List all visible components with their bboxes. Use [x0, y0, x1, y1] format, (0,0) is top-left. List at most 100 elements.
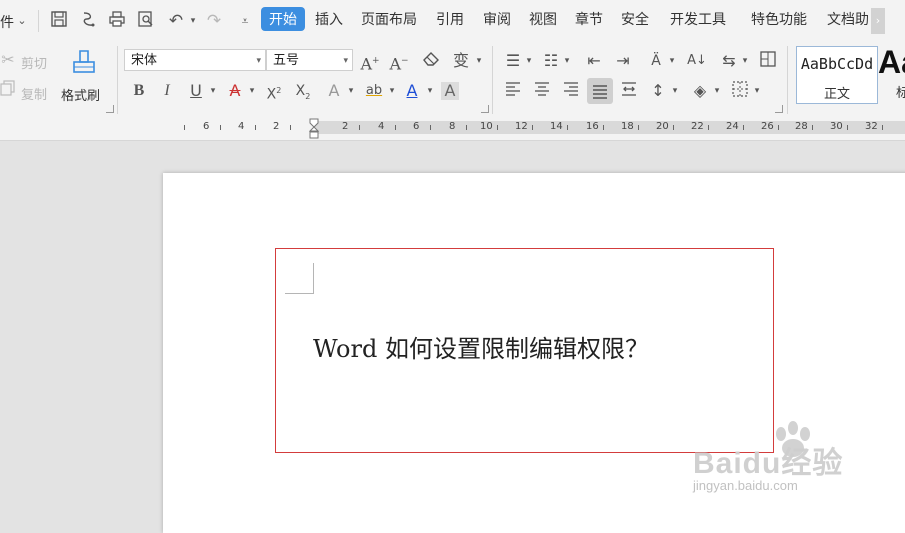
tab-page-layout[interactable]: 页面布局 — [361, 9, 417, 29]
superscript-icon[interactable]: X2 — [263, 80, 285, 103]
chevron-down-icon[interactable]: ▾ — [381, 80, 403, 102]
character-shading-icon[interactable]: A — [441, 82, 459, 100]
ruler-number: 30 — [830, 121, 843, 132]
text-frame[interactable]: Word 如何设置限制编辑权限？ — [275, 248, 774, 453]
ruler-tick — [882, 125, 883, 130]
font-family-select[interactable]: 宋体 ▾ — [124, 49, 266, 71]
customize-toolbar-icon[interactable]: ⩡ — [234, 10, 256, 32]
align-right-icon[interactable] — [560, 80, 582, 102]
document-page[interactable]: Word 如何设置限制编辑权限？ — [163, 173, 905, 533]
format-painter-label[interactable]: 格式刷 — [61, 85, 100, 104]
ruler-number: 6 — [203, 121, 210, 132]
chevron-down-icon[interactable]: ▾ — [518, 50, 540, 72]
font-size-select[interactable]: 五号 ▾ — [266, 49, 353, 71]
copy-icon[interactable] — [0, 80, 19, 102]
chevron-down-icon[interactable]: ▾ — [734, 50, 756, 72]
ruler-number: 16 — [586, 121, 599, 132]
ruler-tick — [638, 125, 639, 130]
chevron-down-icon[interactable]: ▾ — [706, 80, 728, 102]
group-separator — [492, 46, 493, 114]
copy-label[interactable]: 复制 — [21, 84, 47, 103]
style-heading-label[interactable]: 标 — [896, 82, 905, 101]
chevron-down-icon[interactable]: ▾ — [746, 80, 768, 102]
clear-format-eraser-icon[interactable] — [420, 50, 442, 72]
ruler-tick — [430, 125, 431, 130]
tab-references[interactable]: 引用 — [436, 9, 464, 29]
font-launcher-icon[interactable] — [481, 105, 489, 113]
font-family-value: 宋体 — [131, 53, 158, 68]
chevron-down-icon[interactable]: ▾ — [419, 80, 441, 102]
ruler-tick — [290, 125, 291, 130]
align-center-icon[interactable] — [531, 80, 553, 102]
tab-chapter[interactable]: 章节 — [575, 9, 603, 29]
chevron-down-icon[interactable]: ▾ — [241, 80, 263, 102]
ruler-text-area — [313, 121, 905, 134]
ruler-tick — [395, 125, 396, 130]
tab-home[interactable]: 开始 — [261, 7, 305, 31]
shrink-font-icon[interactable]: A− — [388, 50, 410, 73]
clipboard-launcher-icon[interactable] — [106, 105, 114, 113]
indent-marker[interactable] — [308, 118, 320, 140]
redo-icon[interactable]: ↷ — [203, 10, 225, 32]
chevron-down-icon[interactable]: ▾ — [661, 50, 683, 72]
bold-icon[interactable]: B — [128, 80, 150, 102]
margin-corner-mark — [285, 263, 314, 294]
output-pdf-icon[interactable] — [78, 10, 100, 32]
style-heading-sample[interactable]: Aa — [878, 44, 905, 81]
tabs-scroll-right-button[interactable]: › — [871, 8, 885, 34]
save-icon[interactable] — [48, 10, 70, 32]
ruler-number: 2 — [342, 121, 349, 132]
scissors-icon[interactable]: ✂ — [0, 49, 19, 71]
print-icon[interactable] — [106, 10, 128, 32]
chevron-down-icon[interactable]: ⌄ — [11, 10, 33, 32]
justify-icon[interactable] — [587, 78, 613, 104]
chevron-down-icon[interactable]: ▾ — [468, 50, 490, 72]
ruler-tick — [743, 125, 744, 130]
print-preview-icon[interactable] — [135, 10, 157, 32]
document-canvas: Word 如何设置限制编辑权限？ — [0, 141, 905, 533]
chevron-down-icon: ▾ — [343, 56, 348, 66]
chevron-down-icon[interactable]: ▾ — [340, 80, 362, 102]
tab-developer-tools[interactable]: 开发工具 — [670, 9, 726, 29]
document-heading-text[interactable]: Word 如何设置限制编辑权限？ — [313, 329, 649, 364]
tab-special-features[interactable]: 特色功能 — [751, 9, 807, 29]
ruler-tick — [220, 125, 221, 130]
chevron-down-icon[interactable]: ▾ — [664, 80, 686, 102]
format-painter-icon[interactable] — [70, 48, 98, 78]
ruler-number: 26 — [761, 121, 774, 132]
ruler-tick — [567, 125, 568, 130]
distributed-align-icon[interactable] — [618, 80, 640, 102]
subscript-icon[interactable]: X2 — [292, 80, 314, 102]
chevron-down-icon[interactable]: ▾ — [202, 80, 224, 102]
tab-view[interactable]: 视图 — [529, 9, 557, 29]
undo-dropdown-icon[interactable]: ▾ — [182, 10, 204, 32]
ruler-number: 10 — [480, 121, 493, 132]
ruler-tick — [466, 125, 467, 130]
italic-icon[interactable]: I — [156, 80, 178, 102]
tab-doc-assistant[interactable]: 文档助 — [827, 9, 869, 29]
align-left-icon[interactable] — [502, 80, 524, 102]
ruler-number: 24 — [726, 121, 739, 132]
ruler-number: 22 — [691, 121, 704, 132]
paragraph-launcher-icon[interactable] — [775, 105, 783, 113]
tab-insert[interactable]: 插入 — [315, 9, 343, 29]
grow-font-icon[interactable]: A+ — [359, 50, 381, 73]
tab-review[interactable]: 审阅 — [483, 9, 511, 29]
cut-label[interactable]: 剪切 — [21, 53, 47, 72]
decrease-indent-icon[interactable]: ⇤ — [583, 50, 605, 72]
ruler-number: 32 — [865, 121, 878, 132]
ruler-number: 4 — [378, 121, 385, 132]
style-normal[interactable]: AaBbCcDd 正文 — [796, 46, 878, 104]
sort-icon[interactable]: A↓ — [686, 50, 708, 72]
chevron-down-icon[interactable]: ▾ — [556, 50, 578, 72]
ruler-number: 2 — [273, 121, 280, 132]
ruler-number: 28 — [795, 121, 808, 132]
ruler-number: 20 — [656, 121, 669, 132]
tab-security[interactable]: 安全 — [621, 9, 649, 29]
horizontal-ruler[interactable]: 6 4 2 2 4 6 8 10 12 14 16 18 20 22 24 26 28 30 32 — [0, 118, 905, 141]
ruler-number: 12 — [515, 121, 528, 132]
increase-indent-icon[interactable]: ⇥ — [612, 50, 634, 72]
group-separator — [117, 46, 118, 114]
style-sample-text: AaBbCcDd — [800, 55, 874, 73]
text-box-icon[interactable] — [757, 50, 779, 72]
